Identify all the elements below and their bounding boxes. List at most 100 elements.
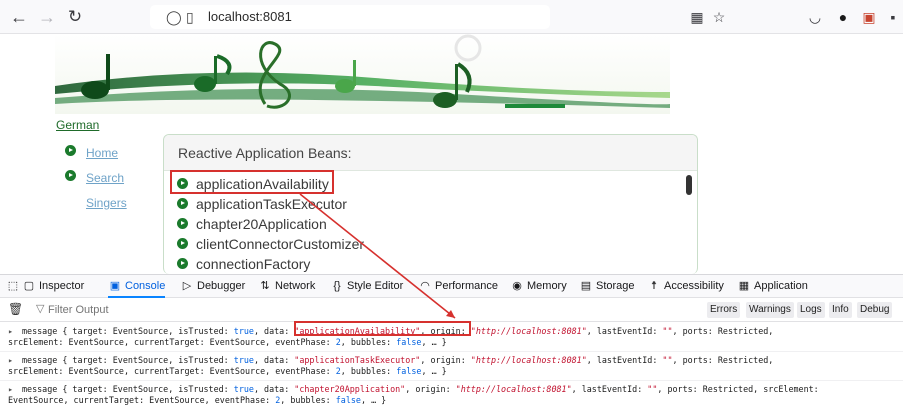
star-icon[interactable]: ☆ <box>710 8 728 26</box>
network-icon: ⇅ <box>260 280 270 292</box>
tab-network[interactable]: ⇅ Network <box>258 275 315 298</box>
panel-scrollbar[interactable] <box>686 175 692 195</box>
message-line: message { target: EventSource, isTrusted… <box>22 384 819 395</box>
reload-icon[interactable]: ↻ <box>64 6 86 28</box>
text: message { target: EventSource, isTrusted… <box>22 384 234 394</box>
level-warnings-button[interactable]: Warnings <box>746 302 794 318</box>
text: , lastEventId: <box>586 355 663 365</box>
text: , bubbles: <box>340 337 397 347</box>
nav-link-singers[interactable]: Singers <box>86 196 127 210</box>
url-bar[interactable]: ◯ ▯ localhost:8081 <box>150 5 550 29</box>
tab-accessibility[interactable]: ☨ Accessibility <box>647 275 724 298</box>
text: , bubbles: <box>340 366 397 376</box>
devtools-tab-bar: ⬚ ▢ Inspector ▣ Console ▷ Debugger ⇅ Network… <box>0 274 903 298</box>
message-divider <box>0 351 903 352</box>
message-highlight-annotation <box>294 321 471 336</box>
bean-item: clientConnectorCustomizer <box>196 236 365 252</box>
tab-debugger[interactable]: ▷ Debugger <box>180 275 246 298</box>
text: , data: <box>253 326 295 336</box>
text: , ports: Restricted, srcElement: <box>657 384 819 394</box>
message-divider <box>0 380 903 381</box>
bool-value: true <box>233 384 254 394</box>
text: , ports: Restricted, <box>672 326 774 336</box>
bool-value: false <box>335 395 361 405</box>
tab-label: Application <box>754 280 808 292</box>
string-value: "" <box>647 384 658 394</box>
bool-value: true <box>233 326 254 336</box>
text: , lastEventId: <box>586 326 663 336</box>
text: , … } <box>360 395 387 405</box>
string-value: "" <box>662 326 673 336</box>
bean-bullet-icon <box>177 258 188 269</box>
nav-bullet-icon <box>65 170 76 181</box>
extension-icon[interactable]: ▣ <box>860 8 878 26</box>
bean-item: connectionFactory <box>196 256 311 272</box>
tab-memory[interactable]: ◉ Memory <box>510 275 567 298</box>
string-value: "applicationTaskExecutor" <box>294 355 421 365</box>
bean-highlight-annotation <box>170 170 334 194</box>
text: , bubbles: <box>280 395 336 405</box>
tab-label: Console <box>125 280 166 292</box>
tab-console[interactable]: ▣ Console <box>108 275 166 298</box>
trash-icon[interactable]: 🗑 <box>8 302 23 318</box>
filter-icon: ▽ <box>36 303 45 315</box>
qr-icon[interactable]: ▦ <box>688 8 706 26</box>
tab-inspector[interactable]: ▢ Inspector <box>22 275 84 298</box>
tab-label: Inspector <box>39 280 85 292</box>
tab-storage[interactable]: ▤ Storage <box>579 275 635 298</box>
tab-label: Performance <box>435 280 498 292</box>
menu-icon[interactable]: ▪ <box>884 8 902 26</box>
text: srcElement: EventSource, currentTarget: … <box>8 337 336 347</box>
panel-header: Reactive Application Beans: <box>164 135 697 171</box>
style-editor-icon: {} <box>333 280 341 292</box>
tab-performance[interactable]: ◠ Performance <box>418 275 498 298</box>
pick-element-icon[interactable]: ⬚ <box>6 275 23 298</box>
tab-style-editor[interactable]: {} Style Editor <box>330 275 403 298</box>
expand-triangle-icon[interactable]: ▸ <box>8 384 13 395</box>
memory-icon: ◉ <box>512 280 522 292</box>
tab-label: Debugger <box>197 280 246 292</box>
forward-icon[interactable]: → <box>36 6 58 28</box>
filter-output-input[interactable] <box>46 300 346 320</box>
expand-triangle-icon[interactable]: ▸ <box>8 355 13 366</box>
bool-value: false <box>396 337 422 347</box>
text: message { target: EventSource, isTrusted… <box>22 355 234 365</box>
level-debug-button[interactable]: Debug <box>857 302 893 318</box>
tab-label: Accessibility <box>664 280 724 292</box>
message-line: srcElement: EventSource, currentTarget: … <box>8 366 447 377</box>
nav-link-search[interactable]: Search <box>86 171 124 185</box>
level-errors-button[interactable]: Errors <box>707 302 741 318</box>
browser-toolbar: ← → ↻ ◯ ▯ localhost:8081 ▦ ☆ ◡ ● ▣ ▪ <box>0 0 903 34</box>
music-banner <box>55 34 670 114</box>
profile-icon[interactable]: ● <box>834 8 852 26</box>
debugger-icon: ▷ <box>182 280 192 292</box>
bool-value: true <box>233 355 254 365</box>
shield-icon[interactable]: ◯ <box>166 6 182 28</box>
back-icon[interactable]: ← <box>8 6 30 28</box>
nav-link-home[interactable]: Home <box>86 146 118 160</box>
text: , origin: <box>405 384 456 394</box>
level-logs-button[interactable]: Logs <box>797 302 825 318</box>
url-text[interactable]: localhost:8081 <box>208 5 292 29</box>
tab-application[interactable]: ▦ Application <box>737 275 808 298</box>
url-value: "http://localhost:8081" <box>455 384 572 394</box>
bean-item: chapter20Application <box>196 216 327 232</box>
console-filter-bar: 🗑 ▽ Errors Warnings Logs Info Debug <box>0 298 903 322</box>
level-info-button[interactable]: Info <box>829 302 852 318</box>
text: , data: <box>253 384 295 394</box>
expand-triangle-icon[interactable]: ▸ <box>8 326 13 337</box>
text: srcElement: EventSource, currentTarget: … <box>8 366 336 376</box>
language-link-german[interactable]: German <box>56 118 99 132</box>
bean-item: applicationTaskExecutor <box>196 196 347 212</box>
page-icon[interactable]: ▯ <box>186 6 194 28</box>
music-notes-image <box>55 34 670 109</box>
beans-panel: Reactive Application Beans: applicationA… <box>163 134 698 274</box>
text: , … } <box>421 366 447 376</box>
text: , ports: Restricted, <box>672 355 774 365</box>
tab-label: Network <box>275 280 316 292</box>
text: message { target: EventSource, isTrusted… <box>22 326 234 336</box>
pocket-icon[interactable]: ◡ <box>806 8 824 26</box>
tab-label: Memory <box>527 280 567 292</box>
string-value: "" <box>662 355 673 365</box>
message-line: message { target: EventSource, isTrusted… <box>22 355 773 366</box>
